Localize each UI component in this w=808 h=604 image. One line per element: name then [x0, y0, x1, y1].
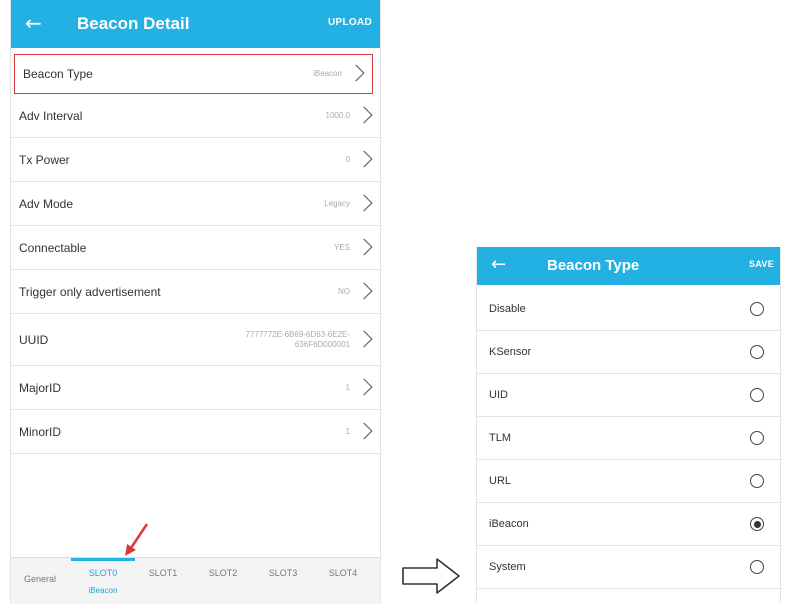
row-value: 1	[345, 426, 350, 436]
back-arrow-icon[interactable]: ←	[25, 11, 42, 35]
row-label: Beacon Type	[23, 67, 93, 81]
chevron-right-icon	[355, 238, 373, 255]
tab-slot1[interactable]: SLOT1	[143, 558, 183, 604]
active-tab-indicator	[71, 558, 135, 561]
tab-label: SLOT1	[148, 568, 178, 578]
tab-slot2[interactable]: SLOT2	[203, 558, 243, 604]
option-label: Disable	[489, 303, 526, 315]
radio-button[interactable]	[750, 302, 764, 316]
option-label: System	[489, 561, 526, 573]
tab-label: SLOT2	[208, 568, 238, 578]
radio-button[interactable]	[750, 431, 764, 445]
radio-button[interactable]	[750, 388, 764, 402]
row-value: 1	[345, 382, 350, 392]
chevron-right-icon	[355, 194, 373, 211]
option-ksensor[interactable]: KSensor	[477, 331, 780, 374]
row-label: Trigger only advertisement	[19, 284, 161, 299]
option-label: KSensor	[489, 346, 532, 358]
chevron-right-icon	[347, 64, 365, 82]
chevron-right-icon	[355, 282, 373, 299]
beacon-type-options: Disable KSensor UID TLM URL iBeacon Syst…	[477, 288, 780, 589]
transition-arrow-icon	[402, 558, 460, 594]
option-system[interactable]: System	[477, 546, 780, 589]
chevron-right-icon	[355, 150, 373, 167]
back-arrow-icon[interactable]: ←	[491, 253, 506, 277]
row-value: 1000.0	[325, 110, 350, 120]
option-url[interactable]: URL	[477, 460, 780, 503]
chevron-right-icon	[355, 422, 373, 439]
row-value: Legacy	[324, 198, 350, 208]
option-label: URL	[489, 475, 512, 487]
row-value: NO	[338, 286, 350, 296]
row-connectable[interactable]: Connectable YES	[11, 226, 380, 270]
page-title: Beacon Detail	[77, 14, 190, 33]
option-label: TLM	[489, 432, 511, 444]
row-major-id[interactable]: MajorID 1	[11, 366, 380, 410]
row-label: Connectable	[19, 240, 87, 255]
row-label: MinorID	[19, 424, 62, 439]
tab-sublabel: iBeacon	[88, 586, 118, 595]
tab-general[interactable]: General	[15, 558, 65, 604]
row-tx-power[interactable]: Tx Power 0	[11, 138, 380, 182]
row-value: 7777772E-6B69-6D63-6E2E-636F6D000001	[245, 329, 350, 349]
radio-button[interactable]	[750, 345, 764, 359]
row-uuid[interactable]: UUID 7777772E-6B69-6D63-6E2E-636F6D00000…	[11, 314, 380, 366]
tab-label: SLOT0	[88, 568, 118, 578]
row-adv-interval[interactable]: Adv Interval 1000.0	[11, 94, 380, 138]
row-value: YES	[333, 242, 350, 252]
row-label: Adv Mode	[19, 196, 74, 211]
tab-label: SLOT3	[268, 568, 298, 578]
radio-button[interactable]	[750, 560, 764, 574]
option-uid[interactable]: UID	[477, 374, 780, 417]
option-ibeacon[interactable]: iBeacon	[477, 503, 780, 546]
row-label: UUID	[19, 332, 49, 347]
row-minor-id[interactable]: MinorID 1	[11, 410, 380, 454]
tab-slot3[interactable]: SLOT3	[263, 558, 303, 604]
row-label: Adv Interval	[19, 108, 83, 123]
slot-tab-bar: General SLOT0 iBeacon SLOT1 SLOT2 SLOT3 …	[11, 557, 380, 604]
settings-list: Beacon Type iBeacon Adv Interval 1000.0 …	[11, 50, 380, 454]
option-disable[interactable]: Disable	[477, 288, 780, 331]
row-value: 0	[345, 154, 350, 164]
row-label: MajorID	[19, 380, 62, 395]
option-label: UID	[489, 389, 508, 401]
tab-label: SLOT4	[328, 568, 358, 578]
beacon-type-screen: ← Beacon Type SAVE Disable KSensor UID T…	[476, 247, 781, 603]
red-pointer-arrow-icon	[125, 523, 149, 556]
tab-label: General	[23, 574, 57, 584]
app-bar: ← Beacon Type SAVE	[477, 247, 780, 285]
row-adv-mode[interactable]: Adv Mode Legacy	[11, 182, 380, 226]
beacon-detail-screen: ← Beacon Detail UPLOAD Beacon Type iBeac…	[10, 0, 381, 604]
option-label: iBeacon	[489, 518, 529, 530]
upload-button[interactable]: UPLOAD	[328, 17, 372, 28]
page-title: Beacon Type	[547, 257, 640, 274]
radio-button[interactable]	[750, 474, 764, 488]
chevron-right-icon	[355, 106, 373, 123]
row-label: Tx Power	[19, 152, 70, 167]
chevron-right-icon	[355, 378, 373, 395]
save-button[interactable]: SAVE	[749, 259, 774, 269]
app-bar: ← Beacon Detail UPLOAD	[11, 0, 380, 48]
radio-button-selected[interactable]	[750, 517, 764, 531]
row-trigger-only-adv[interactable]: Trigger only advertisement NO	[11, 270, 380, 314]
row-beacon-type[interactable]: Beacon Type iBeacon	[14, 54, 373, 94]
row-value: iBeacon	[313, 69, 342, 78]
chevron-right-icon	[355, 330, 373, 347]
tab-slot4[interactable]: SLOT4	[323, 558, 363, 604]
tab-slot0[interactable]: SLOT0 iBeacon	[71, 558, 135, 604]
option-tlm[interactable]: TLM	[477, 417, 780, 460]
